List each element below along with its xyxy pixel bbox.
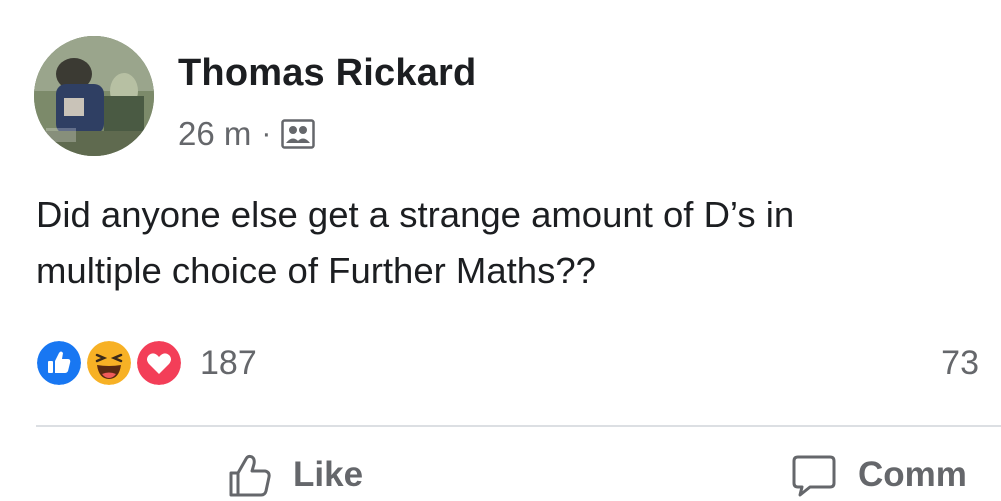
post-card: Thomas Rickard 26 m · Did anyone else ge… xyxy=(0,0,1001,501)
meta-separator: · xyxy=(261,117,272,150)
love-reaction-icon xyxy=(134,338,184,388)
comment-label: Comm xyxy=(858,455,967,494)
post-text: Did anyone else get a strange amount of … xyxy=(36,194,795,291)
like-button[interactable]: Like xyxy=(225,450,363,500)
post-meta: 26 m · xyxy=(178,114,316,154)
thumbs-up-icon xyxy=(225,451,273,499)
reaction-icons xyxy=(34,338,186,388)
author-name[interactable]: Thomas Rickard xyxy=(178,52,476,95)
reaction-count[interactable]: 187 xyxy=(200,344,257,383)
friends-icon[interactable] xyxy=(281,119,316,149)
haha-reaction-icon xyxy=(84,338,134,388)
divider xyxy=(36,425,1001,427)
comment-button[interactable]: Comm xyxy=(790,450,967,500)
reactions-summary[interactable]: 187 xyxy=(34,338,257,388)
avatar[interactable] xyxy=(34,36,154,156)
avatar-image xyxy=(34,36,154,156)
like-label: Like xyxy=(293,455,364,494)
post-time[interactable]: 26 m xyxy=(178,115,251,153)
like-reaction-icon xyxy=(34,338,84,388)
comment-bubble-icon xyxy=(790,451,838,499)
comment-count[interactable]: 73 xyxy=(941,344,979,383)
